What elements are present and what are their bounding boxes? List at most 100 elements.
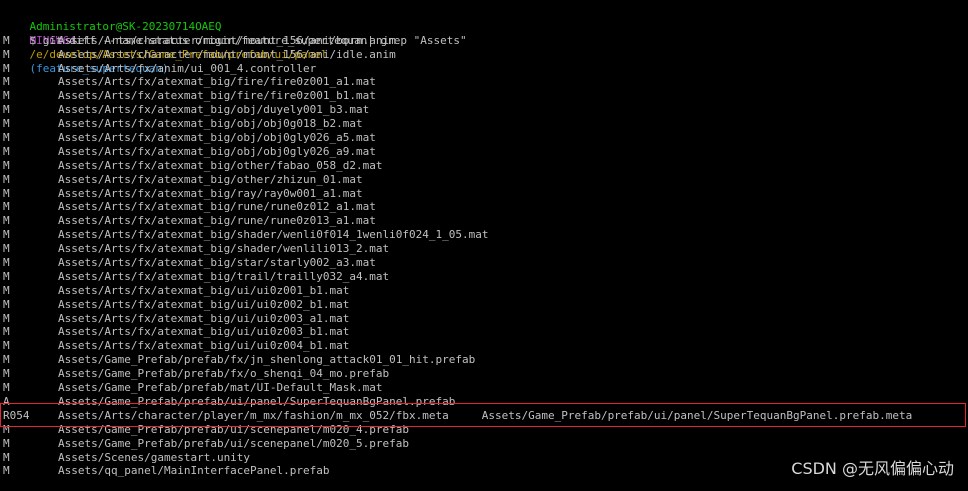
renamed-file-path: Assets/Game_Prefab/prefab/ui/panel/Super… [481,408,913,422]
watermark: CSDN @无风偏偏心动 [791,459,954,478]
status-code: M [3,33,10,47]
file-path: Assets/Arts/fx/atexmat_big/ui/ui0z001_b1… [58,283,350,297]
diff-row: M Assets/Arts/fx/atexmat_big/rune/rune0z0… [3,214,968,228]
diff-row: M Assets/Arts/character/mount/mount_156/a… [3,34,968,48]
file-path: Assets/Arts/fx/atexmat_big/obj/obj0gly02… [58,144,376,158]
file-path: Assets/Arts/fx/atexmat_big/star/starly00… [58,256,376,270]
diff-row: M Assets/Game_Prefab/prefab/fx/o_shenqi_0… [3,367,968,381]
status-code: M [3,422,10,436]
file-path: Assets/Arts/fx/atexmat_big/obj/obj0g018_… [58,117,363,131]
file-path: Assets/Arts/character/mount/mount_156/an… [58,47,396,61]
diff-row: M Assets/Arts/character/mount/mount_156/a… [3,48,968,62]
file-path: Assets/Game_Prefab/prefab/mat/UI-Default… [58,381,383,395]
status-code: M [3,214,10,228]
file-path: Assets/Arts/fx/atexmat_big/fire/fire0z00… [58,89,376,103]
diff-row: M Assets/Arts/fx/atexmat_big/other/zhizun… [3,173,968,187]
diff-row: M Assets/Arts/fx/atexmat_big/other/fabao_… [3,159,968,173]
status-code: M [3,103,10,117]
file-path: Assets/Arts/character/player/m_mx/fashio… [58,408,449,422]
diff-row: A Assets/Game_Prefab/prefab/ui/panel/Supe… [3,395,968,409]
file-path: Assets/Game_Prefab/prefab/ui/panel/Super… [58,394,456,408]
diff-row: R054 Assets/Arts/character/player/m_mx/fa… [3,409,968,423]
diff-row: M Assets/Game_Prefab/prefab/fx/jn_shenlon… [3,353,968,367]
prompt-line: Administrator@SK-20230714OAEQ MINGW64 /e… [3,6,968,75]
diff-row: M Assets/Arts/fx/atexmat_big/ui/ui0z003_a… [3,312,968,326]
diff-row: M Assets/Game_Prefab/prefab/ui/scenepanel… [3,423,968,437]
status-code: A [3,394,10,408]
diff-row: M Assets/Game_Prefab/prefab/ui/scenepanel… [3,437,968,451]
status-code: M [3,61,10,75]
diff-row: M Assets/Arts/fx/atexmat_big/obj/obj0gly0… [3,131,968,145]
status-code: M [3,339,10,353]
file-path: Assets/Arts/fx/atexmat_big/ui/ui0z003_a1… [58,311,350,325]
diff-row: M Assets/Arts/fx/atexmat_big/fire/fire0z0… [3,75,968,89]
status-code: M [3,353,10,367]
status-code: M [3,269,10,283]
file-path: Assets/qq_panel/MainInterfacePanel.prefa… [58,464,330,478]
status-code: M [3,436,10,450]
file-path: Assets/Arts/fx/atexmat_big/obj/duyely001… [58,103,370,117]
diff-row: M Assets/Arts/fx/atexmat_big/ui/ui0z004_b… [3,339,968,353]
diff-row: M Assets/Arts/fx/atexmat_big/ui/ui0z001_b… [3,284,968,298]
diff-row: M Assets/Arts/fx/atexmat_big/rune/rune0z0… [3,200,968,214]
diff-row: M Assets/Arts/fx/atexmat_big/trail/traill… [3,270,968,284]
file-path: Assets/Arts/fx/atexmat_big/shader/wenli0… [58,228,489,242]
status-code: M [3,131,10,145]
status-code: M [3,325,10,339]
diff-row: M Assets/Arts/fx/atexmat_big/star/starly0… [3,256,968,270]
file-path: Assets/Arts/fx/atexmat_big/rune/rune0z01… [58,214,376,228]
command-line: $ git diff --name-status origin/feature_… [3,20,968,47]
file-path: Assets/Arts/fx/atexmat_big/fire/fire0z00… [58,75,376,89]
file-path: Assets/Arts/fx/atexmat_big/ray/ray0w001_… [58,186,363,200]
status-code: M [3,75,10,89]
status-code: M [3,256,10,270]
file-path: Assets/Arts/fx/atexmat_big/obj/obj0gly02… [58,131,376,145]
status-code: M [3,47,10,61]
status-code: M [3,464,10,478]
diff-row: M Assets/Arts/fx/atexmat_big/shader/wenli… [3,228,968,242]
status-code: M [3,158,10,172]
status-code: M [3,311,10,325]
file-path: Assets/Arts/fx/atexmat_big/other/zhizun_… [58,172,363,186]
terminal-output[interactable]: Administrator@SK-20230714OAEQ MINGW64 /e… [3,6,968,478]
file-path: Assets/Arts/fx/atexmat_big/other/fabao_0… [58,158,383,172]
terminal-window[interactable]: { "prompt": { "user_host": "Administrato… [0,0,968,491]
status-code: M [3,297,10,311]
status-code: M [3,283,10,297]
file-path: Assets/Game_Prefab/prefab/fx/jn_shenlong… [58,353,476,367]
file-path: Assets/Arts/fx/atexmat_big/shader/wenlil… [58,242,390,256]
status-code: M [3,367,10,381]
diff-row: M Assets/Arts/fx/anim/ui_001_4.controller [3,62,968,76]
status-code: M [3,172,10,186]
file-path: Assets/Arts/fx/atexmat_big/ui/ui0z002_b1… [58,297,350,311]
diff-row: M Assets/Arts/fx/atexmat_big/fire/fire0z0… [3,89,968,103]
diff-output-list: M Assets/Arts/character/mount/mount_156/a… [3,34,968,479]
file-path: Assets/Arts/fx/atexmat_big/ui/ui0z004_b1… [58,339,350,353]
status-code: M [3,381,10,395]
diff-row: M Assets/Arts/fx/atexmat_big/ui/ui0z003_b… [3,325,968,339]
status-code: M [3,242,10,256]
diff-row: M Assets/Arts/fx/atexmat_big/ray/ray0w001… [3,187,968,201]
file-path: Assets/Game_Prefab/prefab/ui/scenepanel/… [58,422,409,436]
file-path: Assets/Arts/character/mount/mount_156/an… [58,33,396,47]
diff-row: M Assets/Arts/fx/atexmat_big/obj/obj0g018… [3,117,968,131]
file-path: Assets/Arts/fx/atexmat_big/trail/trailly… [58,269,390,283]
diff-row: M Assets/Arts/fx/atexmat_big/shader/wenli… [3,242,968,256]
diff-row: M Assets/Arts/fx/atexmat_big/obj/duyely00… [3,103,968,117]
diff-row: M Assets/Game_Prefab/prefab/mat/UI-Defaul… [3,381,968,395]
file-path: Assets/Arts/fx/atexmat_big/rune/rune0z01… [58,200,376,214]
status-code: R054 [3,408,30,422]
file-path: Assets/Game_Prefab/prefab/fx/o_shenqi_04… [58,367,390,381]
status-code: M [3,89,10,103]
status-code: M [3,186,10,200]
status-code: M [3,200,10,214]
file-path: Assets/Arts/fx/atexmat_big/ui/ui0z003_b1… [58,325,350,339]
file-path: Assets/Scenes/gamestart.unity [58,450,251,464]
diff-row: M Assets/Arts/fx/atexmat_big/ui/ui0z002_b… [3,298,968,312]
file-path: Assets/Arts/fx/anim/ui_001_4.controller [58,61,317,75]
status-code: M [3,117,10,131]
diff-row: M Assets/Arts/fx/atexmat_big/obj/obj0gly0… [3,145,968,159]
status-code: M [3,228,10,242]
status-code: M [3,450,10,464]
file-path: Assets/Game_Prefab/prefab/ui/scenepanel/… [58,436,409,450]
